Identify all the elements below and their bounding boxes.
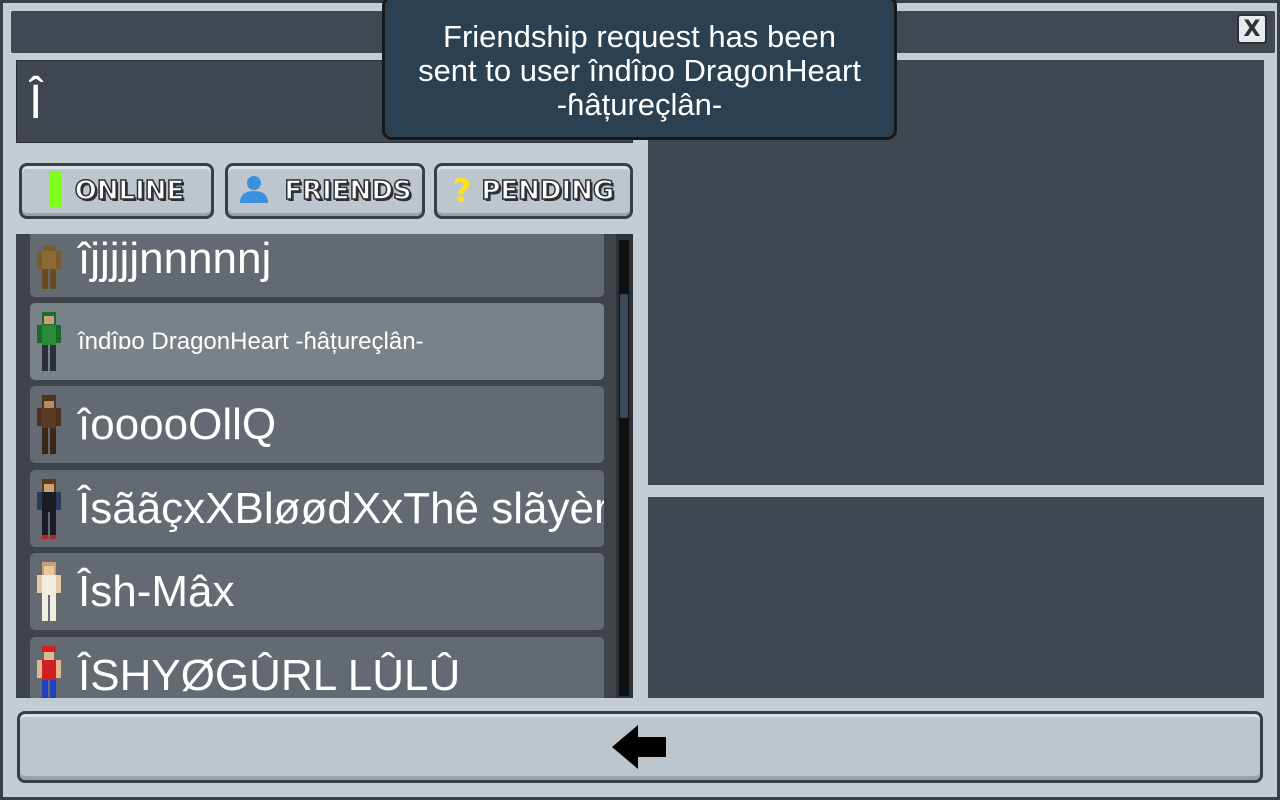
list-item[interactable]: îooooOllQ	[30, 386, 604, 463]
tab-friends[interactable]: FRIENDS	[225, 163, 425, 219]
player-name: îndîɒo DragonHeart -ɦâțureçlân-	[78, 328, 424, 355]
list-item[interactable]: îjjjjjnnnnnj	[30, 234, 604, 297]
player-avatar	[37, 312, 61, 371]
player-name: îooooOllQ	[78, 400, 277, 449]
person-icon	[238, 175, 270, 208]
question-mark-icon: ?	[452, 172, 472, 210]
tab-pending-label: PENDING	[481, 175, 615, 207]
toast-line: Friendship request has been	[443, 19, 836, 54]
toast-line: sent to user îndîɒo DragonHeart	[418, 53, 861, 88]
list-item[interactable]: îndîɒo DragonHeart -ɦâțureçlân-	[30, 303, 604, 380]
tab-friends-label: FRIENDS	[284, 175, 413, 207]
list-item[interactable]: ÎSHYØGÛRL LÛLÛ	[30, 637, 604, 698]
online-bar-icon	[48, 170, 61, 212]
friend-request-toast: Friendship request has been sent to user…	[382, 0, 897, 140]
player-name: îjjjjjnnnnnj	[78, 234, 272, 283]
player-avatar	[37, 646, 61, 698]
list-item[interactable]: Îsh-Mâx	[30, 553, 604, 630]
player-name: Îsh-Mâx	[78, 567, 235, 616]
tab-pending[interactable]: ? PENDING	[434, 163, 633, 219]
player-name: ÎSHYØGÛRL LÛLÛ	[78, 651, 461, 698]
tab-online[interactable]: ONLINE	[19, 163, 214, 219]
player-avatar	[37, 395, 61, 454]
player-avatar	[37, 479, 61, 539]
player-details-panel	[648, 497, 1264, 698]
toast-line: -ɦâțureçlân-	[556, 87, 723, 122]
tab-online-label: ONLINE	[74, 175, 185, 207]
back-button[interactable]	[17, 711, 1263, 783]
list-item[interactable]: ÎsããçxXBløødXxThê slãyèr	[30, 470, 604, 547]
close-icon: X	[1243, 16, 1261, 42]
close-button[interactable]: X	[1237, 14, 1267, 44]
player-list[interactable]: îjjjjjnnnnnj îndîɒo DragonHeart -ɦâțureç…	[16, 234, 633, 698]
player-avatar	[37, 245, 61, 289]
list-scrollbar-thumb[interactable]	[620, 294, 628, 418]
arrow-left-icon	[612, 725, 666, 769]
player-avatar	[37, 562, 61, 621]
player-name: ÎsããçxXBløødXxThê slãyèr	[78, 484, 604, 533]
